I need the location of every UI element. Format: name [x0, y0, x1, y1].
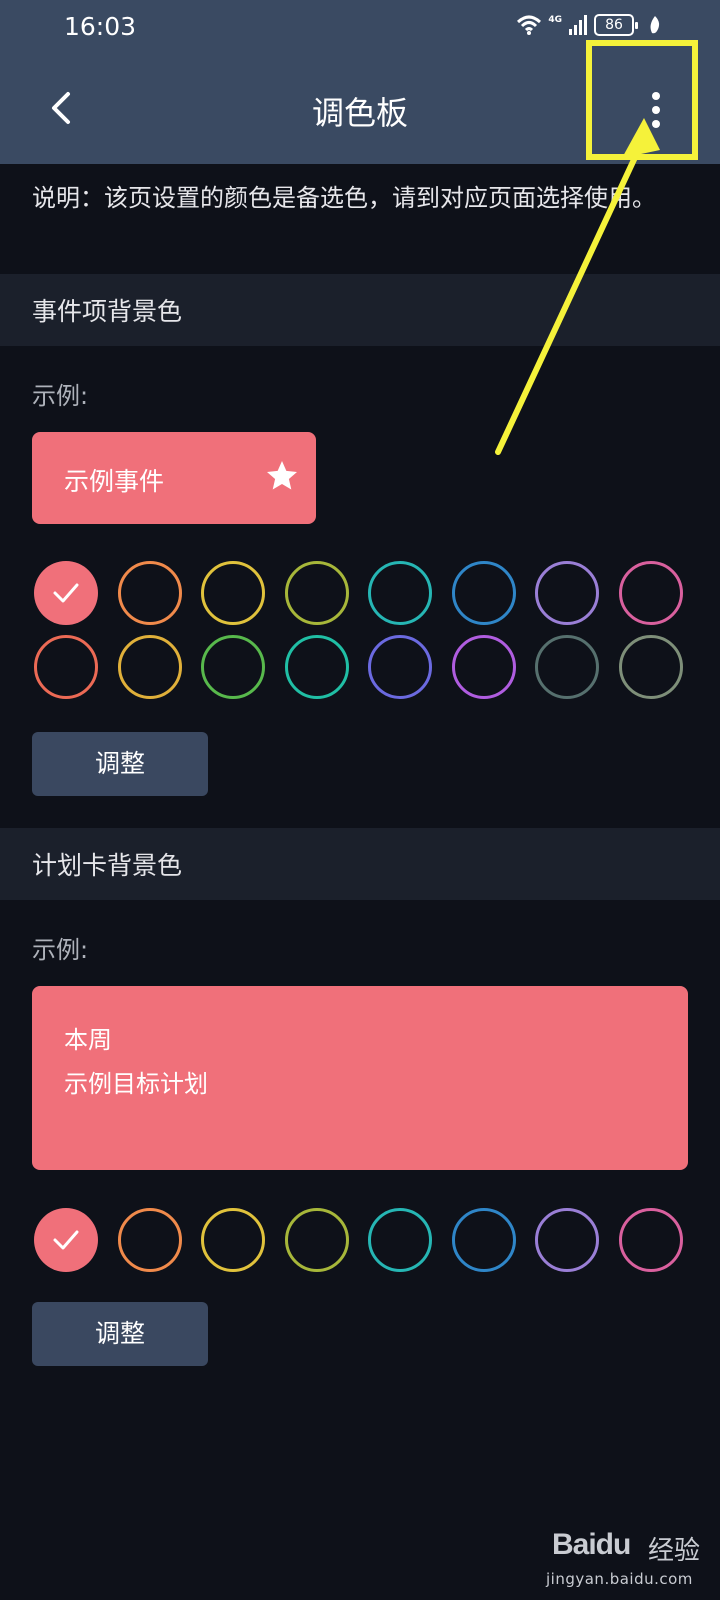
plan-adjust-button[interactable]: 调整 — [32, 1302, 208, 1366]
plan-sample-card: 本周 示例目标计划 — [32, 986, 688, 1170]
color-swatch[interactable] — [34, 1208, 98, 1272]
color-swatch[interactable] — [34, 561, 98, 625]
color-swatch[interactable] — [368, 1208, 432, 1272]
watermark-sub: 经验 — [648, 1536, 701, 1566]
color-swatch[interactable] — [34, 635, 98, 699]
color-swatch[interactable] — [451, 635, 516, 699]
baidu-jingyan-watermark: Baidu 经验 jingyan.baidu.com — [546, 1520, 712, 1590]
color-swatch[interactable] — [368, 561, 432, 625]
color-swatch[interactable] — [618, 1208, 683, 1272]
color-swatch[interactable] — [284, 561, 349, 625]
color-swatch[interactable] — [535, 635, 599, 699]
color-swatch[interactable] — [284, 1208, 349, 1272]
annotation-arrow — [495, 118, 660, 455]
color-swatch[interactable] — [201, 1208, 265, 1272]
watermark-brand: Baidu — [552, 1528, 631, 1561]
color-swatch[interactable] — [535, 1208, 599, 1272]
plan-sample-period: 本周 — [64, 1026, 112, 1054]
section-header-plan: 计划卡背景色 — [0, 828, 720, 900]
section-title-plan: 计划卡背景色 — [32, 851, 183, 880]
watermark-url: jingyan.baidu.com — [546, 1570, 693, 1588]
color-swatch[interactable] — [201, 561, 265, 625]
color-swatch[interactable] — [117, 635, 182, 699]
color-swatch[interactable] — [201, 635, 265, 699]
check-icon — [53, 583, 79, 603]
color-swatch[interactable] — [618, 635, 683, 699]
check-icon — [53, 1230, 79, 1250]
color-swatch[interactable] — [368, 635, 432, 699]
color-swatch[interactable] — [117, 561, 182, 625]
color-swatch[interactable] — [451, 561, 516, 625]
color-swatch[interactable] — [284, 635, 349, 699]
event-adjust-button[interactable]: 调整 — [32, 732, 208, 796]
plan-sample-title: 示例目标计划 — [64, 1070, 208, 1098]
plan-example-label: 示例: — [32, 936, 89, 964]
color-swatch[interactable] — [618, 561, 683, 625]
color-swatch[interactable] — [117, 1208, 182, 1272]
color-swatch[interactable] — [451, 1208, 516, 1272]
color-swatch[interactable] — [535, 561, 599, 625]
